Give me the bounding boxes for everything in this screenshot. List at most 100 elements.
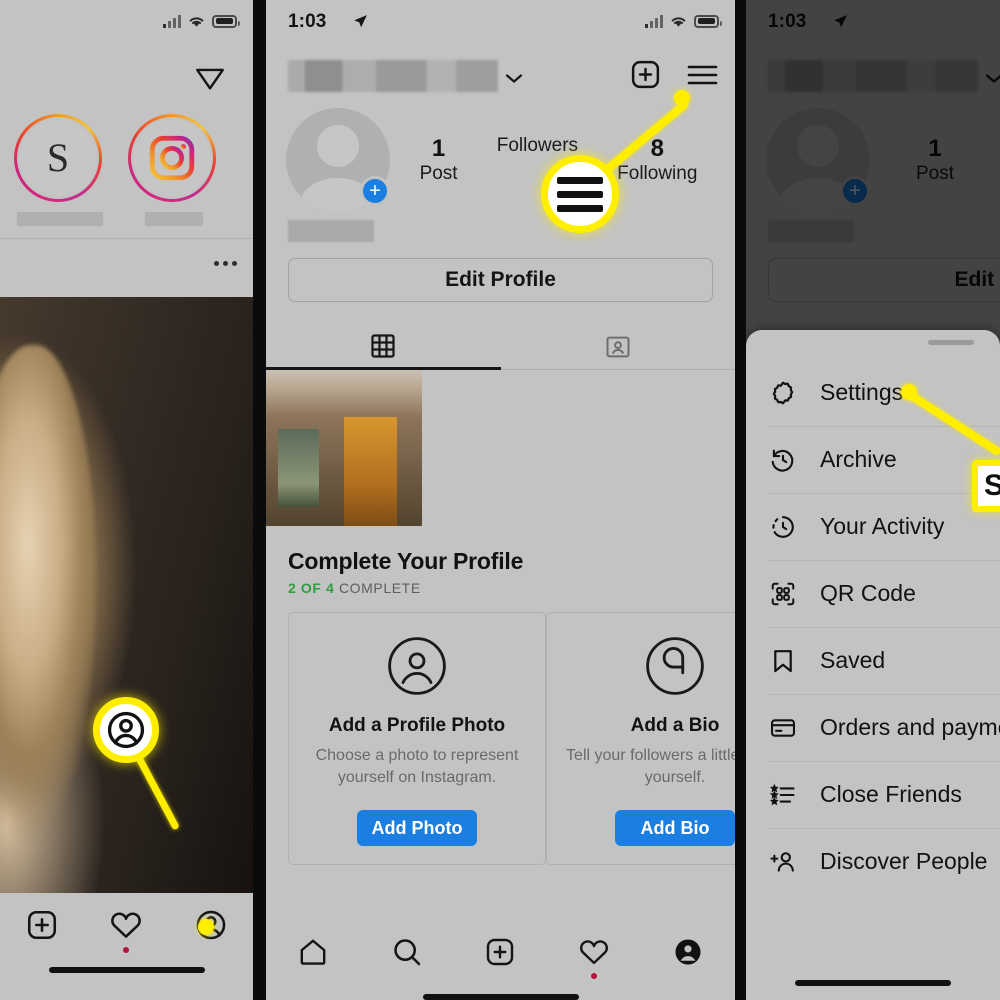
profile-header-actions bbox=[629, 58, 719, 96]
story-avatar-glyph: S bbox=[46, 135, 70, 180]
instagram-logo-icon bbox=[149, 135, 195, 181]
chevron-down-icon[interactable] bbox=[504, 72, 524, 90]
menu-item-archive[interactable]: Archive bbox=[746, 426, 1000, 493]
menu-item-label: Archive bbox=[820, 446, 897, 472]
tab-activity[interactable] bbox=[109, 908, 143, 953]
menu-item-label: Close Friends bbox=[820, 781, 962, 807]
add-photo-button[interactable]: Add Photo bbox=[357, 810, 477, 847]
callout-highlight-box-settings: S bbox=[972, 460, 1000, 512]
profile-header bbox=[266, 46, 735, 102]
menu-item-orders-and-payments[interactable]: Orders and payments bbox=[746, 694, 1000, 761]
story-item[interactable] bbox=[128, 114, 220, 226]
status-time: 1:03 bbox=[768, 11, 807, 32]
progress-word: COMPLETE bbox=[338, 580, 421, 596]
menu-item-qr-code[interactable]: QR Code bbox=[746, 560, 1000, 627]
activity-badge-dot bbox=[591, 973, 598, 979]
close-friends-icon bbox=[768, 781, 798, 809]
story-username-redacted bbox=[145, 212, 203, 226]
card-description: Tell your followers a little about yours… bbox=[566, 747, 735, 786]
tab-search[interactable] bbox=[391, 936, 423, 968]
menu-item-your-activity[interactable]: Your Activity bbox=[746, 493, 1000, 560]
progress-total: 4 bbox=[326, 580, 335, 596]
callout-endpoint-dot bbox=[198, 919, 214, 935]
menu-item-close-friends[interactable]: Close Friends bbox=[746, 761, 1000, 828]
callout-bubble-hamburger bbox=[541, 155, 619, 233]
menu-item-label: Orders and payments bbox=[820, 714, 1000, 740]
tab-profile[interactable] bbox=[672, 936, 704, 968]
home-indicator bbox=[48, 967, 205, 973]
card-title: Add a Profile Photo bbox=[328, 715, 506, 736]
story-ring-s-logo[interactable]: S bbox=[14, 114, 102, 202]
activity-clock-icon bbox=[768, 513, 798, 541]
stat-posts[interactable]: 1 Post bbox=[420, 135, 458, 185]
wifi-icon bbox=[671, 17, 686, 27]
cellular-bars-icon bbox=[163, 14, 181, 28]
profile-circle-outline-icon bbox=[303, 635, 531, 697]
add-profile-photo-badge: + bbox=[840, 176, 870, 206]
direct-message-send-icon[interactable] bbox=[193, 60, 227, 99]
tab-create[interactable] bbox=[484, 936, 516, 968]
hamburger-menu-button[interactable] bbox=[686, 62, 719, 93]
section-title: Complete Your Profile bbox=[288, 548, 524, 574]
post-thumbnail[interactable] bbox=[266, 370, 422, 526]
username-redacted bbox=[768, 60, 978, 92]
menu-item-label: Saved bbox=[820, 647, 886, 673]
avatar: + bbox=[766, 108, 870, 212]
menu-item-settings[interactable]: Settings bbox=[746, 359, 1000, 426]
card-add-profile-photo[interactable]: Add a Profile Photo Choose a photo to re… bbox=[288, 612, 546, 866]
more-options-icon[interactable] bbox=[214, 261, 237, 266]
menu-item-saved[interactable]: Saved bbox=[746, 627, 1000, 694]
battery-icon bbox=[212, 14, 240, 28]
instagram-side-menu-screen: 1:03 + 1 Post Edit Pro bbox=[746, 0, 1000, 1000]
home-indicator bbox=[422, 994, 579, 1000]
stat-following[interactable]: 8 Following bbox=[617, 135, 697, 185]
card-add-bio[interactable]: Add a Bio Tell your followers a little a… bbox=[546, 612, 735, 866]
menu-item-discover-people[interactable]: Discover People bbox=[746, 828, 1000, 895]
stories-tray[interactable]: S bbox=[0, 108, 253, 226]
add-bio-button[interactable]: Add Bio bbox=[615, 810, 735, 847]
instagram-profile-screen: 1:03 + 1 Post Followers 8 Following Edit… bbox=[266, 0, 735, 1000]
status-bar-right-icons bbox=[645, 14, 722, 28]
stat-label: Following bbox=[617, 162, 698, 184]
location-arrow-icon bbox=[832, 13, 849, 35]
sheet-grabber[interactable] bbox=[928, 340, 974, 345]
post-grid bbox=[266, 370, 735, 526]
avatar[interactable]: + bbox=[286, 108, 390, 212]
add-person-icon bbox=[768, 848, 798, 876]
add-profile-photo-badge[interactable]: + bbox=[360, 176, 390, 206]
stat-label: Post bbox=[419, 162, 458, 184]
card-description: Choose a photo to represent yourself on … bbox=[315, 747, 519, 786]
menu-item-label: Discover People bbox=[820, 848, 988, 874]
feed-post-image bbox=[0, 297, 253, 893]
complete-your-profile-section: Complete Your Profile 2 OF 4 COMPLETE Ad… bbox=[266, 526, 735, 866]
callout-bubble-profile bbox=[93, 697, 159, 763]
screenshot-stage: S 1:03 + 1 Post Followers 8 Following Ed… bbox=[0, 0, 1000, 1000]
tab-activity[interactable] bbox=[578, 936, 610, 979]
feed-header bbox=[0, 46, 253, 108]
story-ring-instagram-logo[interactable] bbox=[128, 114, 216, 202]
tab-tagged[interactable] bbox=[500, 325, 735, 370]
menu-item-label: QR Code bbox=[820, 580, 916, 606]
progress-of: OF bbox=[300, 580, 322, 596]
edit-profile-button[interactable]: Edit Profile bbox=[288, 258, 713, 302]
progress-text: 2 OF 4 COMPLETE bbox=[288, 580, 713, 596]
location-arrow-icon bbox=[352, 13, 369, 35]
tab-create[interactable] bbox=[25, 908, 59, 942]
tab-grid[interactable] bbox=[266, 324, 501, 370]
callout-endpoint-dot bbox=[901, 384, 917, 400]
status-bar-right-icons bbox=[163, 14, 240, 28]
plus-square-icon[interactable] bbox=[629, 58, 662, 96]
story-item[interactable]: S bbox=[14, 114, 106, 226]
story-username-redacted bbox=[17, 212, 103, 226]
tab-home[interactable] bbox=[297, 936, 329, 968]
username-redacted[interactable] bbox=[288, 60, 498, 92]
profile-summary-dimmed: + 1 Post bbox=[746, 102, 1000, 212]
status-time: 1:03 bbox=[288, 11, 327, 32]
instagram-feed-screen: S bbox=[0, 0, 253, 1000]
bottom-tab-bar bbox=[0, 893, 253, 973]
credit-card-icon bbox=[768, 714, 798, 742]
progress-done: 2 bbox=[288, 580, 297, 596]
edit-profile-button: Edit Pro bbox=[768, 258, 1000, 302]
profile-circle-icon bbox=[107, 711, 145, 749]
hamburger-menu-icon bbox=[557, 176, 603, 212]
